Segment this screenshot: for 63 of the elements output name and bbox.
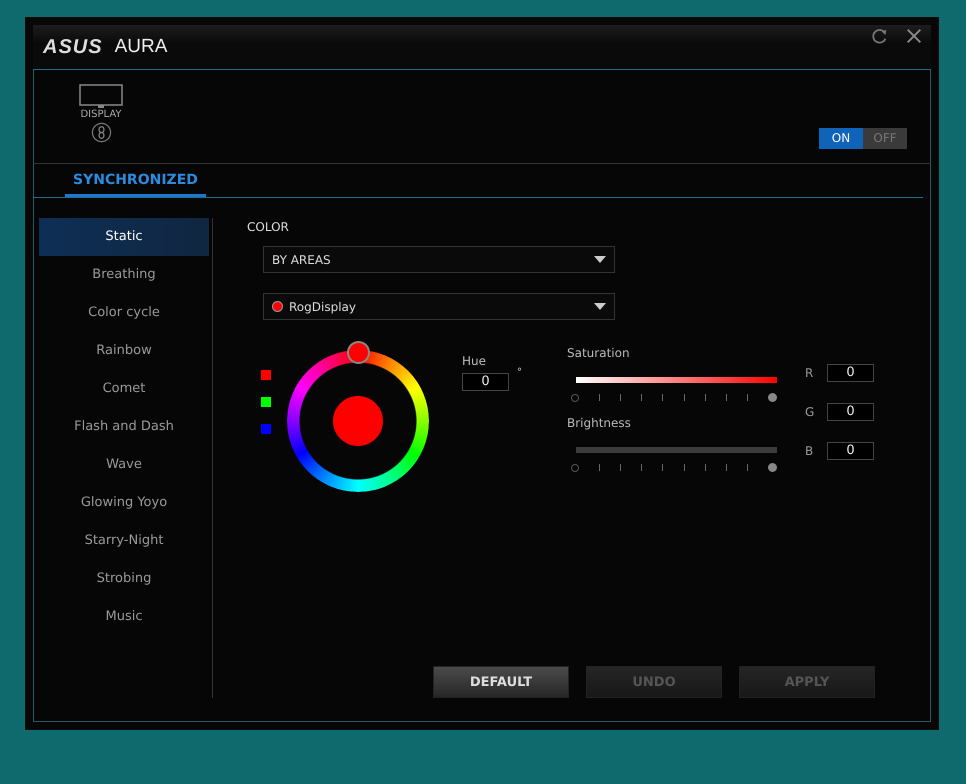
hue-handle[interactable] <box>347 341 370 364</box>
tick-mark <box>662 464 664 471</box>
color-heading: COLOR <box>247 220 290 234</box>
refresh-icon[interactable] <box>871 27 889 45</box>
tick-mark <box>620 394 622 401</box>
power-on-toggle[interactable]: ON <box>819 128 863 149</box>
degree-unit: ° <box>517 367 522 378</box>
logo: ASUS <box>43 36 103 58</box>
brightness-slider-track[interactable] <box>571 463 777 472</box>
hue-field[interactable]: 0 <box>462 373 509 391</box>
brightness-slider-thumb[interactable] <box>768 463 777 472</box>
tick-mark <box>620 464 622 471</box>
tick-mark <box>726 464 727 471</box>
effect-item[interactable]: Strobing <box>39 560 209 598</box>
channel-field[interactable]: 0 <box>827 442 874 460</box>
tick-mark <box>641 394 642 401</box>
mode-dropdown[interactable]: BY AREAS <box>263 246 615 273</box>
effect-item[interactable]: Static <box>39 218 209 256</box>
effect-item[interactable]: Music <box>39 598 209 636</box>
link-icon[interactable] <box>90 122 112 143</box>
tick-circle-icon <box>571 464 579 472</box>
close-icon[interactable] <box>905 27 923 45</box>
hue-label: Hue <box>462 354 488 368</box>
color-swatch[interactable] <box>261 370 271 380</box>
caret-icon <box>594 256 606 263</box>
effect-item[interactable]: Comet <box>39 370 209 408</box>
tick-mark <box>704 464 706 471</box>
monitor-icon[interactable] <box>79 84 123 108</box>
effect-item[interactable]: Color cycle <box>39 294 209 332</box>
saturation-label: Saturation <box>567 346 630 360</box>
tick-mark <box>684 394 685 401</box>
action-button[interactable]: DEFAULT <box>433 666 569 698</box>
tick-mark <box>641 464 642 471</box>
saturation-slider-track[interactable] <box>571 393 777 402</box>
color-swatch[interactable] <box>261 424 271 434</box>
tick-mark <box>684 464 685 471</box>
channel-label: B <box>805 444 813 458</box>
color-swatch[interactable] <box>261 397 271 407</box>
window-title: AURA <box>114 36 168 58</box>
tick-mark <box>746 394 748 401</box>
effect-item[interactable]: Breathing <box>39 256 209 294</box>
brightness-label: Brightness <box>567 416 631 430</box>
tick-mark <box>662 394 664 401</box>
effect-item[interactable]: Glowing Yoyo <box>39 484 209 522</box>
tick-mark <box>746 464 748 471</box>
caret-icon <box>594 303 606 310</box>
effect-item[interactable]: Starry-Night <box>39 522 209 560</box>
effect-item[interactable]: Flash and Dash <box>39 408 209 446</box>
effect-item[interactable]: Wave <box>39 446 209 484</box>
channel-field[interactable]: 0 <box>827 403 874 421</box>
area-dropdown[interactable]: RogDisplay <box>263 293 615 320</box>
device-label: DISPLAY <box>80 109 122 120</box>
tick-mark <box>599 394 600 401</box>
synchronized-tab[interactable]: SYNCHRONIZED <box>65 164 206 197</box>
channel-label: R <box>805 366 813 380</box>
effect-item[interactable]: Rainbow <box>39 332 209 370</box>
tick-circle-icon <box>571 394 579 402</box>
tick-mark <box>599 464 600 471</box>
tick-mark <box>704 394 706 401</box>
tick-mark <box>726 394 727 401</box>
saturation-slider-thumb[interactable] <box>768 393 777 402</box>
channel-label: G <box>805 405 813 419</box>
channel-field[interactable]: 0 <box>827 364 874 382</box>
